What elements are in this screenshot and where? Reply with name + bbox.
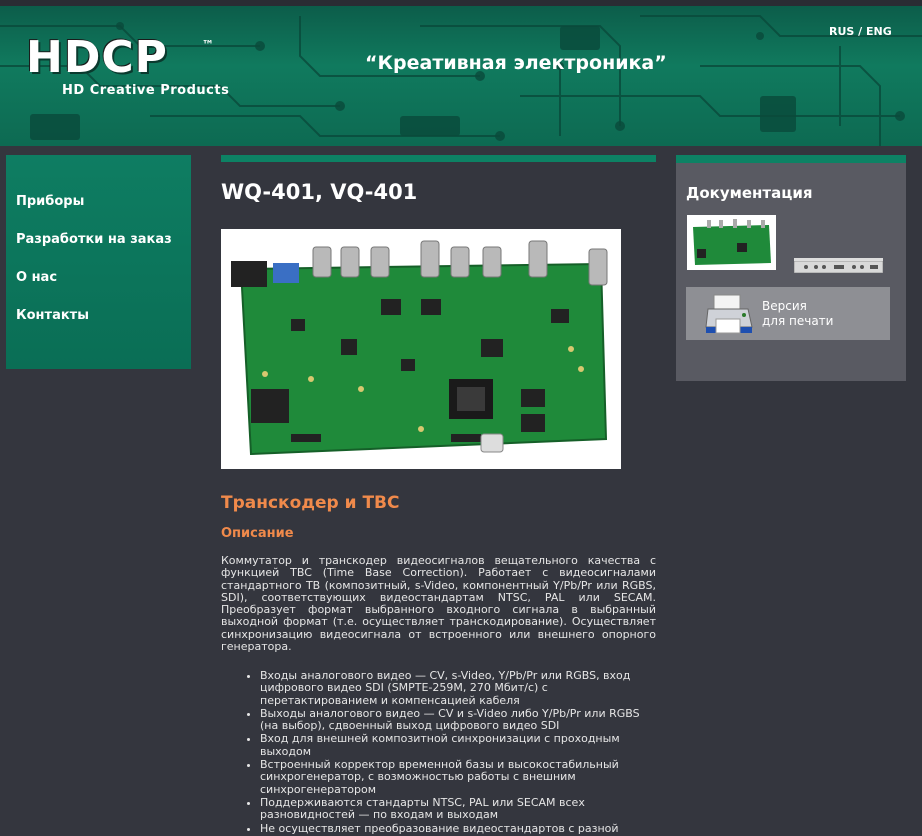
print-label-line2: для печати (762, 313, 834, 328)
product-description: Коммутатор и транскодер видеосигналов ве… (221, 554, 656, 654)
logo-subtitle: HD Creative Products (62, 83, 230, 98)
list-item: Выходы аналогового видео — CV и s-Video … (260, 707, 656, 733)
nav-item-devices[interactable]: Приборы (16, 194, 84, 209)
print-version-label: Версия для печати (762, 299, 833, 328)
list-item: Встроенный корректор временной базы и вы… (260, 758, 656, 796)
board-thumbnail[interactable] (687, 215, 776, 270)
site-header: HDCP ™ HD Creative Products “Креативная … (0, 0, 922, 146)
circuit-board-image (221, 229, 621, 469)
front-panel-image (793, 260, 884, 274)
main-nav: Приборы Разработки на заказ О нас Контак… (6, 155, 191, 369)
nav-item-about[interactable]: О нас (16, 270, 57, 285)
list-item: Входы аналогового видео — CV, s-Video, Y… (260, 669, 656, 707)
feature-list: Входы аналогового видео — CV, s-Video, Y… (221, 669, 656, 836)
slogan: “Креативная электроника” (365, 52, 667, 74)
page-title: WQ-401, VQ-401 (221, 180, 418, 204)
printer-icon (705, 294, 753, 334)
board-thumbnail-image (689, 217, 774, 268)
documentation-panel: Документация Версия для печати (676, 155, 906, 381)
print-label-line1: Версия (762, 299, 807, 313)
content-top-bar (221, 155, 656, 162)
language-switcher: RUS / ENG (829, 25, 892, 38)
product-subtitle: Транскодер и TBC (221, 493, 400, 513)
print-version-button[interactable]: Версия для печати (686, 287, 890, 340)
product-photo[interactable] (221, 229, 621, 469)
nav-item-custom-development[interactable]: Разработки на заказ (16, 232, 172, 247)
documentation-title: Документация (686, 184, 813, 202)
nav-item-contacts[interactable]: Контакты (16, 308, 89, 323)
list-item: Вход для внешней композитной синхронизац… (260, 733, 656, 758)
section-heading: Описание (221, 526, 294, 541)
lang-eng-link[interactable]: ENG (866, 25, 892, 38)
logo-trademark: ™ (202, 38, 214, 52)
list-item: Поддерживаются стандарты NTSC, PAL или S… (260, 796, 656, 822)
panel-top-bar (676, 155, 906, 163)
list-item: Не осуществляет преобразование видеостан… (260, 822, 656, 835)
lang-separator: / (854, 25, 867, 38)
front-panel-thumbnail[interactable] (793, 258, 884, 274)
logo[interactable]: HDCP (26, 36, 168, 80)
lang-rus-link[interactable]: RUS (829, 25, 854, 38)
